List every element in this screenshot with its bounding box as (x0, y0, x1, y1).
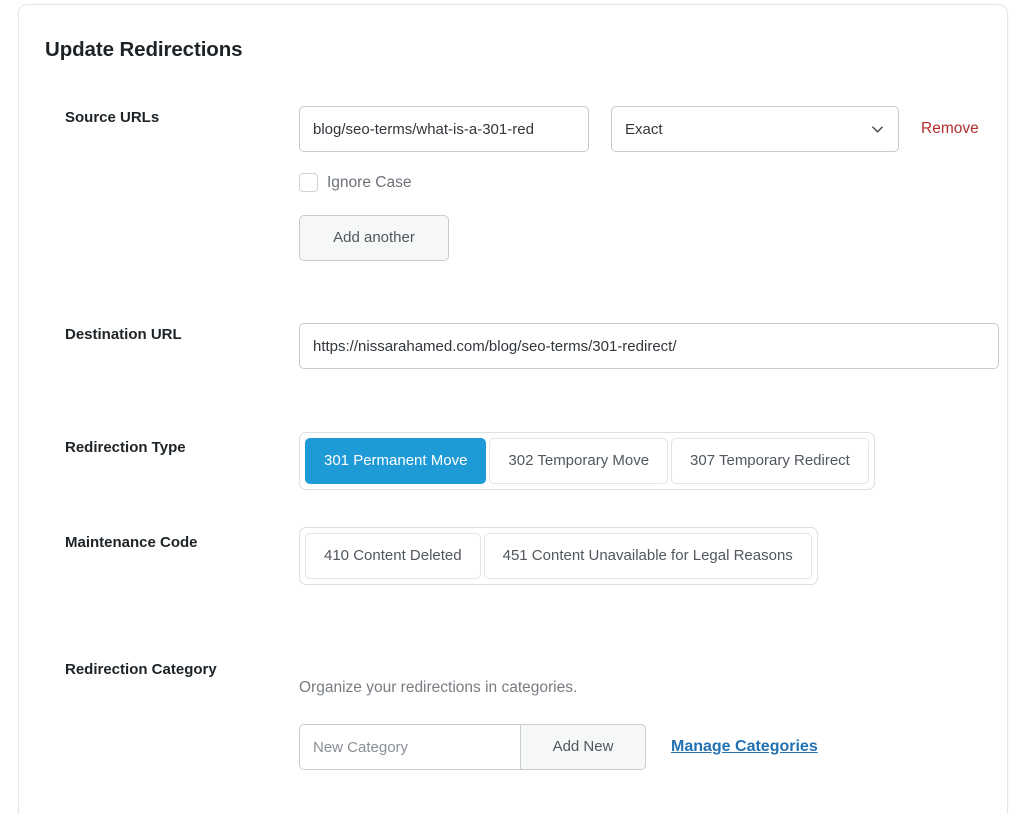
page-root: Update Redirections Source URLs Exact (0, 0, 1024, 814)
source-urls-label: Source URLs (65, 109, 159, 126)
new-category-line: Add New Manage Categories (299, 724, 818, 770)
source-url-input[interactable] (299, 106, 589, 152)
destination-url-label: Destination URL (65, 326, 182, 343)
new-category-input[interactable] (299, 724, 521, 770)
source-url-line: Exact Remove (299, 106, 979, 152)
ignore-case-checkbox[interactable] (299, 173, 318, 192)
redirection-type-controls: 301 Permanent Move 302 Temporary Move 30… (299, 432, 875, 490)
redirection-type-group: 301 Permanent Move 302 Temporary Move 30… (299, 432, 875, 490)
remove-source-url-link[interactable]: Remove (921, 120, 979, 138)
redirection-type-option-301[interactable]: 301 Permanent Move (305, 438, 486, 484)
redirection-type-option-307[interactable]: 307 Temporary Redirect (671, 438, 869, 484)
redirection-type-option-302[interactable]: 302 Temporary Move (489, 438, 668, 484)
match-type-select-value[interactable]: Exact (611, 106, 899, 152)
destination-url-controls (299, 323, 999, 369)
add-another-source-button[interactable]: Add another (299, 215, 449, 261)
maintenance-code-controls: 410 Content Deleted 451 Content Unavaila… (299, 527, 818, 585)
ignore-case-label: Ignore Case (327, 174, 411, 192)
ignore-case-row[interactable]: Ignore Case (299, 173, 979, 192)
redirection-type-label: Redirection Type (65, 439, 186, 456)
maintenance-code-label: Maintenance Code (65, 534, 198, 551)
match-type-select[interactable]: Exact (611, 106, 899, 152)
manage-categories-link[interactable]: Manage Categories (671, 738, 818, 756)
maintenance-code-option-451[interactable]: 451 Content Unavailable for Legal Reason… (484, 533, 812, 579)
redirection-category-label: Redirection Category (65, 661, 217, 678)
maintenance-code-option-410[interactable]: 410 Content Deleted (305, 533, 481, 579)
maintenance-code-group: 410 Content Deleted 451 Content Unavaila… (299, 527, 818, 585)
redirection-category-helper-text: Organize your redirections in categories… (299, 679, 818, 697)
redirection-category-controls: Organize your redirections in categories… (299, 679, 818, 770)
update-redirections-panel: Update Redirections Source URLs Exact (18, 4, 1008, 814)
destination-url-input[interactable] (299, 323, 999, 369)
source-urls-controls: Exact Remove Ignore Case Add another (299, 106, 979, 261)
page-title: Update Redirections (45, 38, 242, 62)
add-new-category-button[interactable]: Add New (520, 724, 646, 770)
